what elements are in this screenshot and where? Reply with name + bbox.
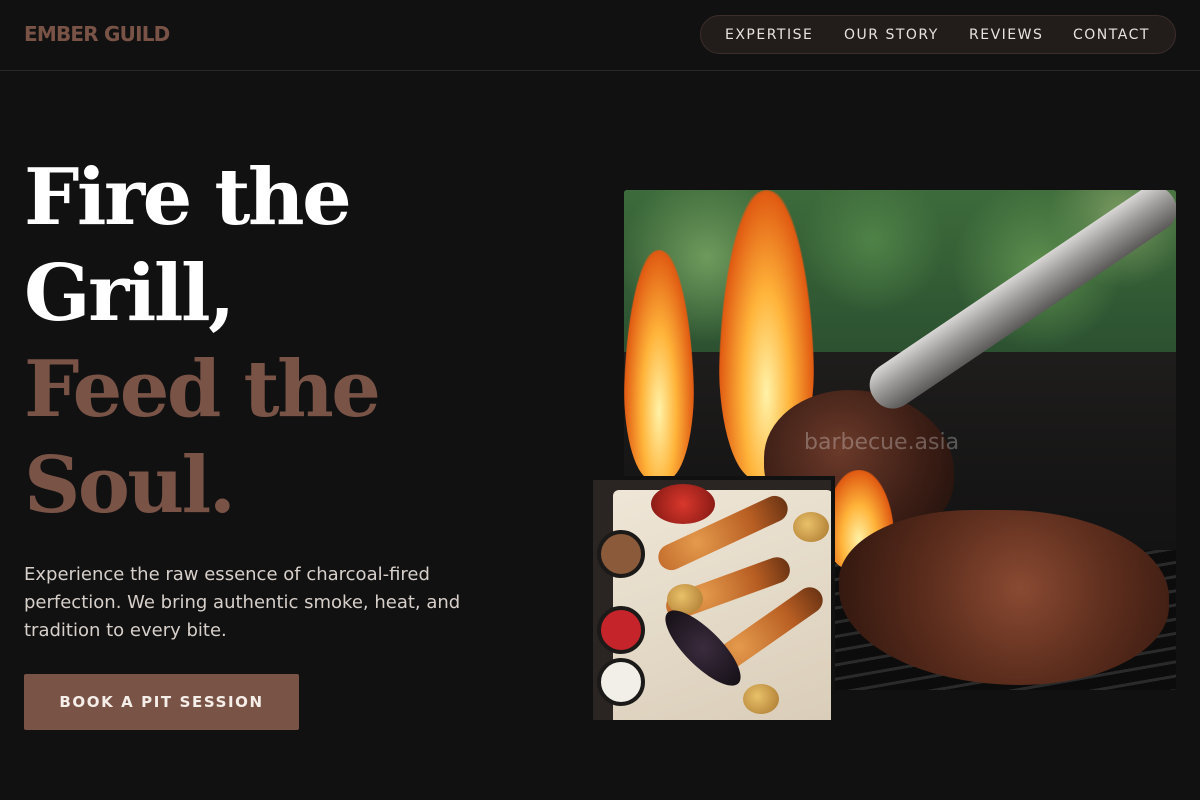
photo-sauce-bowl (597, 606, 645, 654)
headline-line-1: Fire the (24, 152, 352, 243)
nav-link-contact[interactable]: CONTACT (1073, 27, 1150, 43)
book-pit-session-button[interactable]: BOOK A PIT SESSION (24, 674, 299, 730)
main-nav: EXPERTISE OUR STORY REVIEWS CONTACT (700, 15, 1176, 54)
photo-bread-bowl (597, 530, 645, 578)
photo-roasted-pepper (651, 484, 715, 524)
photo-watermark: barbecue.asia (804, 430, 960, 455)
headline-line-4: Soul. (24, 440, 236, 531)
headline-line-3: Feed the (24, 344, 381, 435)
photo-flame (624, 250, 694, 480)
site-header: EMBER GUILD EXPERTISE OUR STORY REVIEWS … (0, 0, 1200, 71)
nav-link-our-story[interactable]: OUR STORY (844, 27, 939, 43)
kebab-platter-photo (589, 476, 835, 724)
headline-line-2: Grill, (24, 248, 235, 339)
hero-subtitle: Experience the raw essence of charcoal-f… (24, 564, 461, 641)
landing-page: EMBER GUILD EXPERTISE OUR STORY REVIEWS … (0, 0, 1200, 800)
nav-link-reviews[interactable]: REVIEWS (969, 27, 1043, 43)
brand-logo[interactable]: EMBER GUILD (24, 22, 170, 46)
photo-potato (743, 684, 779, 714)
photo-yogurt-bowl (597, 658, 645, 706)
nav-link-expertise[interactable]: EXPERTISE (725, 27, 813, 43)
hero-headline: Fire the Grill, Feed the Soul. (24, 150, 544, 534)
photo-potato (793, 512, 829, 542)
